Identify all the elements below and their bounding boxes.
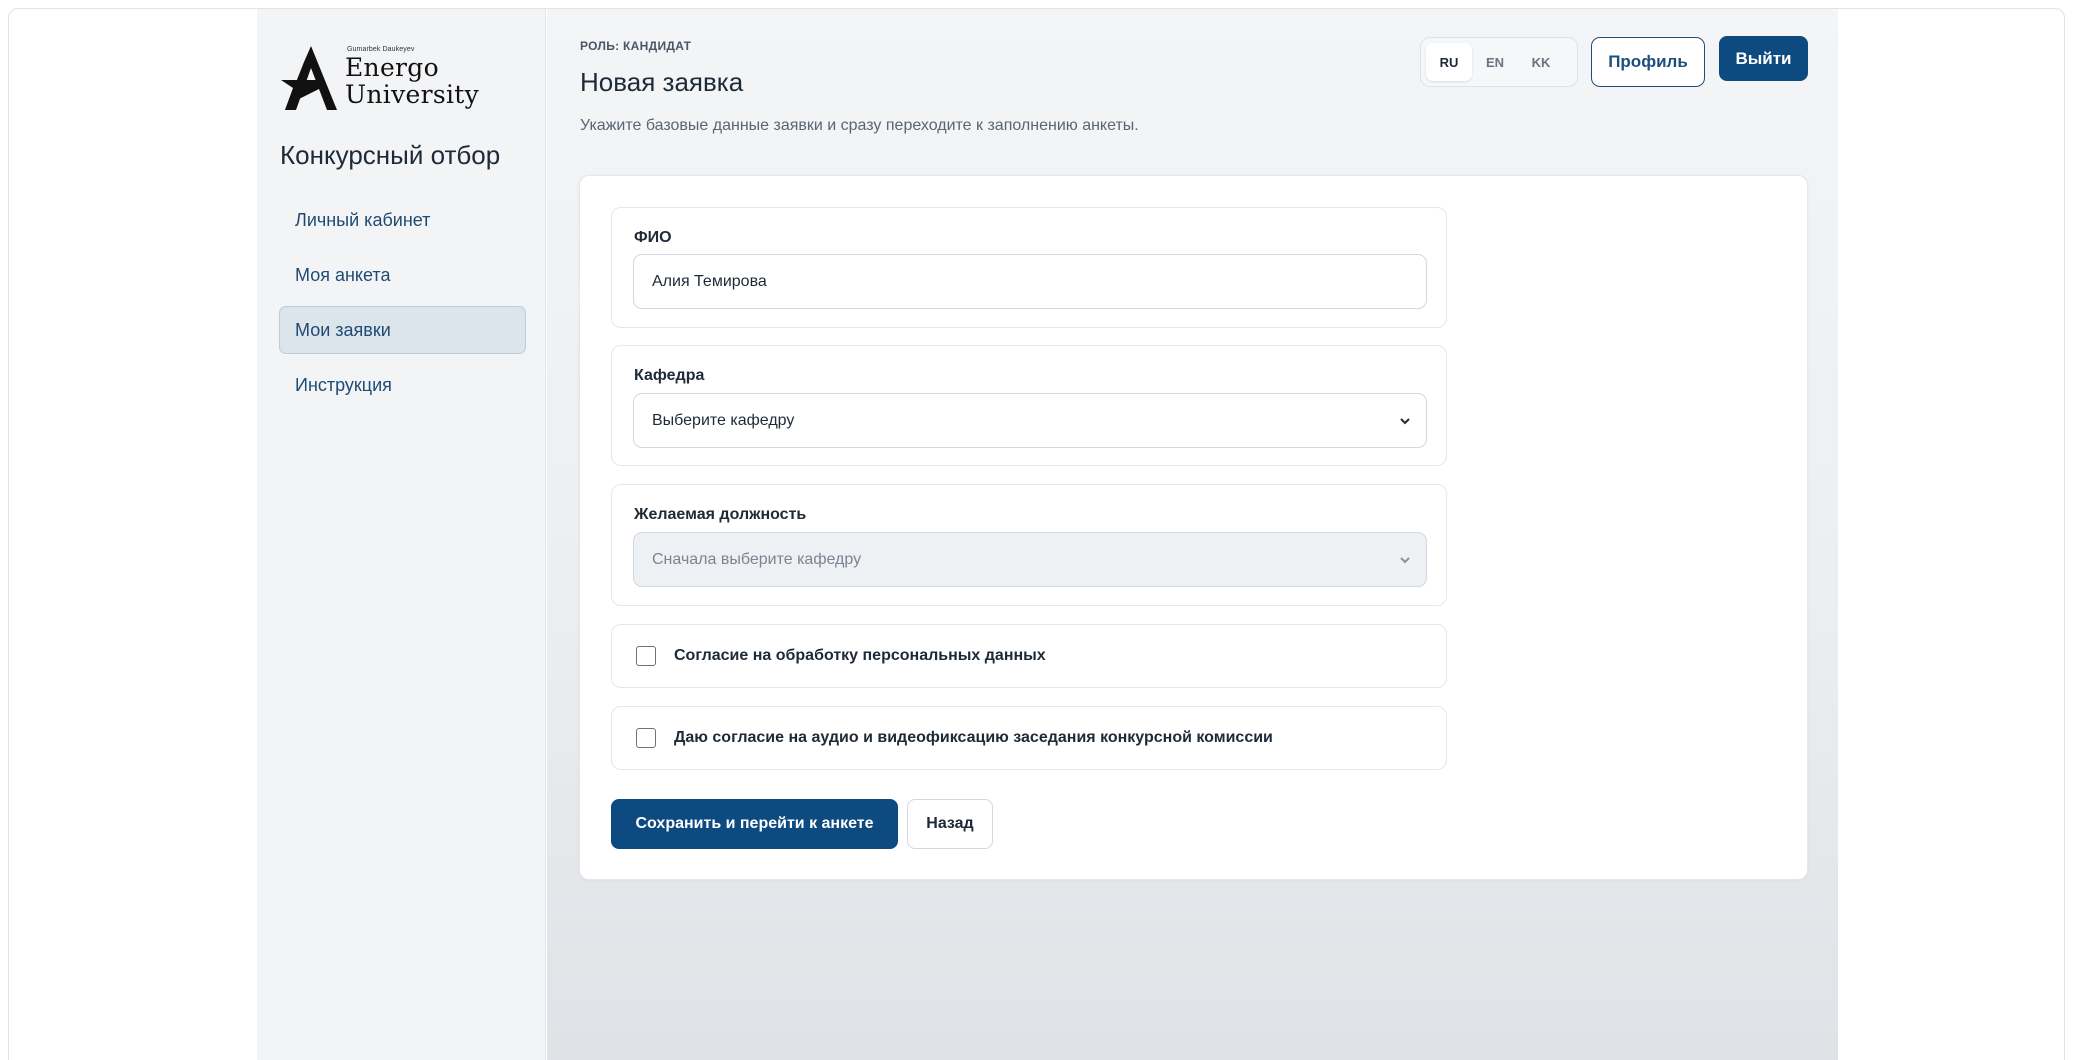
logo[interactable]: Gumarbek Daukeyev Energo University	[281, 33, 481, 121]
sidebar-item-my-applications[interactable]: Мои заявки	[279, 306, 526, 354]
page-title: Новая заявка	[580, 67, 744, 97]
sidebar-item-dashboard[interactable]: Личный кабинет	[279, 196, 526, 244]
sidebar-title: Конкурсный отбор	[280, 140, 501, 170]
consent-personal-checkbox[interactable]	[636, 646, 656, 666]
sidebar-item-instructions[interactable]: Инструкция	[279, 361, 526, 409]
main-content: РОЛЬ: КАНДИДАТ Новая заявка Укажите базо…	[547, 9, 1838, 1060]
language-switcher: RU EN KK	[1420, 37, 1578, 87]
save-and-continue-button[interactable]: Сохранить и перейти к анкете	[611, 799, 898, 849]
fio-field-group: ФИО Алия Темирова	[611, 207, 1447, 328]
position-selected-value: Сначала выберите кафедру	[652, 550, 862, 568]
department-field-group: Кафедра Выберите кафедру	[611, 345, 1447, 466]
energo-university-logo-icon	[281, 46, 337, 110]
consent-personal-group: Согласие на обработку персональных данны…	[611, 624, 1447, 688]
lang-en-button[interactable]: EN	[1472, 43, 1518, 81]
consent-personal-label[interactable]: Согласие на обработку персональных данны…	[674, 647, 1046, 665]
logo-text: Gumarbek Daukeyev Energo University	[345, 46, 479, 108]
position-label: Желаемая должность	[634, 506, 807, 523]
consent-recording-group: Даю согласие на аудио и видеофиксацию за…	[611, 706, 1447, 770]
position-select[interactable]: Сначала выберите кафедру	[633, 532, 1427, 587]
fio-label: ФИО	[634, 229, 672, 246]
logo-line-2: University	[345, 80, 480, 109]
logo-small-text: Gumarbek Daukeyev	[347, 46, 415, 53]
position-field-group: Желаемая должность Сначала выберите кафе…	[611, 484, 1447, 606]
chevron-down-icon	[1400, 556, 1410, 563]
department-label: Кафедра	[634, 367, 705, 384]
page-subtitle: Укажите базовые данные заявки и сразу пе…	[580, 117, 1139, 134]
profile-button[interactable]: Профиль	[1591, 37, 1705, 87]
chevron-down-icon	[1400, 417, 1410, 424]
consent-recording-checkbox[interactable]	[636, 728, 656, 748]
department-select[interactable]: Выберите кафедру	[633, 393, 1427, 448]
lang-ru-button[interactable]: RU	[1426, 43, 1472, 81]
role-label: РОЛЬ: КАНДИДАТ	[580, 39, 692, 53]
lang-kk-button[interactable]: KK	[1518, 43, 1564, 81]
logout-button[interactable]: Выйти	[1719, 36, 1808, 81]
back-button[interactable]: Назад	[907, 799, 993, 849]
application-form-card: ФИО Алия Темирова Кафедра Выберите кафед…	[579, 175, 1808, 880]
sidebar-nav: Личный кабинет Моя анкета Мои заявки Инс…	[279, 196, 526, 416]
consent-recording-label[interactable]: Даю согласие на аудио и видеофиксацию за…	[674, 729, 1273, 747]
department-selected-value: Выберите кафедру	[652, 411, 795, 429]
sidebar: Gumarbek Daukeyev Energo University Конк…	[257, 9, 546, 1060]
fio-input[interactable]: Алия Темирова	[633, 254, 1427, 309]
sidebar-item-my-profile-form[interactable]: Моя анкета	[279, 251, 526, 299]
logo-line-1: Energo	[345, 53, 439, 82]
